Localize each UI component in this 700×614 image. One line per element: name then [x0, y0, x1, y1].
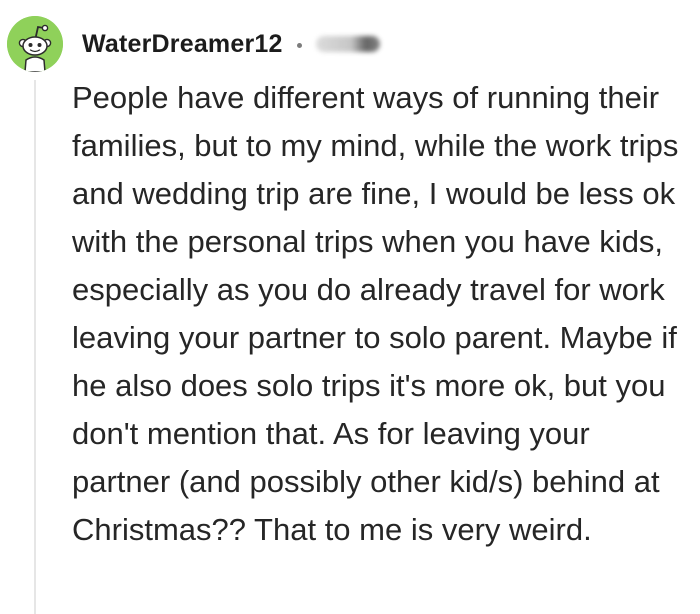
timestamp-obscured	[315, 36, 380, 52]
comment: WaterDreamer12 People have different way…	[0, 0, 700, 614]
separator-dot	[296, 42, 302, 48]
reddit-snoo-avatar-icon	[7, 16, 63, 72]
username[interactable]: WaterDreamer12	[82, 30, 283, 59]
comment-header: WaterDreamer12	[82, 26, 380, 62]
thread-line[interactable]	[34, 80, 36, 614]
comment-body: People have different ways of running th…	[72, 80, 679, 547]
avatar[interactable]	[7, 16, 63, 72]
